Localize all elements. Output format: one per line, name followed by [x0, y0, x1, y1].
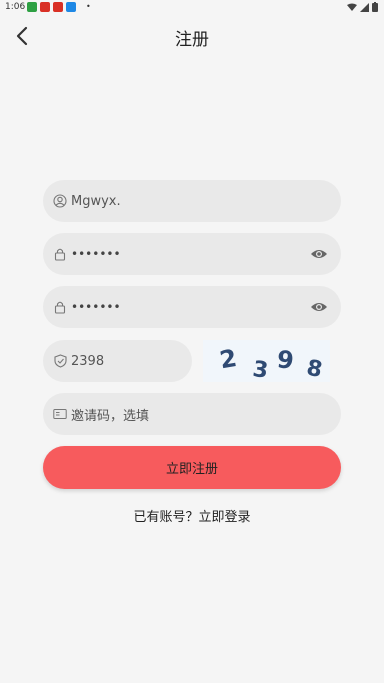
notification-icons: [27, 2, 76, 12]
eye-icon[interactable]: [309, 300, 329, 314]
page-title: 注册: [175, 30, 209, 50]
captcha-input[interactable]: 2398: [71, 354, 180, 369]
user-circle-icon: [53, 194, 67, 208]
captcha-field[interactable]: 2398: [43, 340, 192, 382]
shield-check-icon: [53, 354, 67, 368]
captcha-digit-3: 9: [276, 345, 296, 375]
signal-icon: [360, 2, 369, 12]
password-input[interactable]: •••••••: [71, 247, 309, 261]
notification-icon: [66, 2, 76, 12]
confirm-password-field[interactable]: •••••••: [43, 286, 341, 328]
captcha-digits: 2 3 9 8: [218, 344, 325, 384]
status-bar: 1:06 •: [0, 0, 384, 16]
lock-icon: [53, 247, 67, 261]
status-time: 1:06: [5, 2, 26, 12]
captcha-digit-4: 8: [304, 356, 324, 382]
register-button[interactable]: 立即注册: [43, 446, 341, 489]
battery-icon: [372, 2, 378, 12]
system-icons: [347, 2, 378, 12]
invite-code-field[interactable]: 邀请码，选填: [43, 393, 341, 435]
login-link[interactable]: 已有账号？立即登录: [0, 506, 384, 525]
invite-code-input[interactable]: 邀请码，选填: [71, 405, 329, 424]
username-field[interactable]: Mgwyx.: [43, 180, 341, 222]
captcha-digit-2: 3: [251, 357, 270, 382]
notification-icon: [27, 2, 37, 12]
eye-icon[interactable]: [309, 247, 329, 261]
username-input[interactable]: Mgwyx.: [71, 194, 329, 209]
password-field[interactable]: •••••••: [43, 233, 341, 275]
status-dot-icon: •: [86, 2, 91, 11]
wifi-icon: [347, 3, 357, 11]
notification-icon: [40, 2, 50, 12]
lock-icon: [53, 300, 67, 314]
notification-icon: [53, 2, 63, 12]
id-card-icon: [53, 407, 67, 421]
captcha-digit-1: 2: [218, 344, 239, 374]
captcha-image[interactable]: 2 3 9 8: [203, 340, 330, 384]
confirm-password-input[interactable]: •••••••: [71, 300, 309, 314]
